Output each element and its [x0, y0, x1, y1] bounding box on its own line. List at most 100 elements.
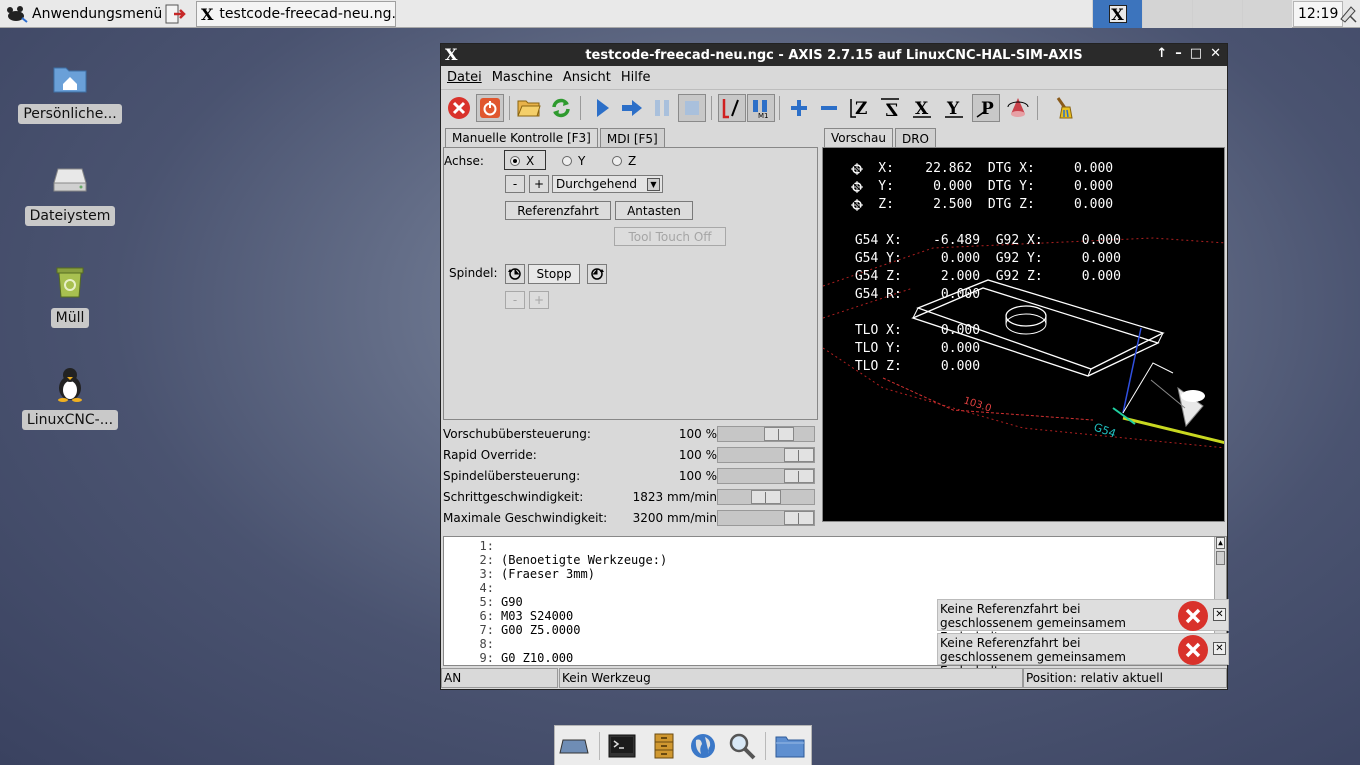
- spindle-cw-button[interactable]: [587, 264, 607, 284]
- spindle-faster-button[interactable]: +: [529, 291, 549, 309]
- machine-power-button[interactable]: [476, 94, 504, 122]
- notification-close-button[interactable]: ✕: [1213, 608, 1226, 621]
- radio-dot: [510, 156, 520, 166]
- view-y-button[interactable]: Y: [940, 94, 968, 122]
- menu-datei[interactable]: Datei: [447, 70, 482, 85]
- dock-terminal[interactable]: [607, 732, 637, 760]
- view-z-button[interactable]: Z: [846, 94, 874, 122]
- zoom-in-button[interactable]: [785, 94, 813, 122]
- tool-touch-off-button[interactable]: Tool Touch Off: [614, 227, 726, 246]
- view-perspective-button[interactable]: P: [972, 94, 1000, 122]
- workspace-pager[interactable]: X: [1092, 0, 1292, 28]
- gcode-line[interactable]: 2: (Benoetigte Werkzeuge:): [444, 553, 1226, 567]
- preview-canvas[interactable]: 103.0 G54 X: 22.862 DTG X: 0.000 Y: 0.00…: [822, 147, 1225, 522]
- svg-text:P: P: [981, 99, 994, 119]
- spindle-slower-button[interactable]: -: [505, 291, 525, 309]
- window-close-button[interactable]: ✕: [1210, 46, 1221, 61]
- block-delete-button[interactable]: [718, 94, 746, 122]
- window-shade-button[interactable]: ↑: [1156, 46, 1167, 61]
- slider-track[interactable]: [717, 468, 815, 484]
- tab-preview[interactable]: Vorschau: [824, 128, 893, 148]
- workspace-1[interactable]: X: [1092, 0, 1142, 28]
- taskbar-window-button[interactable]: X testcode-freecad-neu.ng...: [196, 1, 396, 27]
- right-tabbar: Vorschau DRO: [824, 128, 938, 148]
- slider-track[interactable]: [717, 426, 815, 442]
- dock-file-manager[interactable]: [649, 732, 679, 760]
- home-button[interactable]: Referenzfahrt: [505, 201, 611, 220]
- slider-track[interactable]: [717, 447, 815, 463]
- dock-search[interactable]: [727, 732, 757, 760]
- spindle-ccw-icon: [508, 268, 521, 280]
- axis-radio-x[interactable]: X: [510, 154, 534, 168]
- scroll-thumb[interactable]: [1216, 551, 1225, 565]
- estop-button[interactable]: [445, 94, 473, 122]
- dock-folder[interactable]: [775, 732, 805, 760]
- zoom-out-button[interactable]: [815, 94, 843, 122]
- network-tray-icon[interactable]: [1338, 4, 1358, 24]
- slider-thumb[interactable]: [784, 448, 814, 462]
- spindle-ccw-button[interactable]: [505, 264, 525, 284]
- slider-track[interactable]: [717, 489, 815, 505]
- view-z2-button[interactable]: Z: [876, 94, 904, 122]
- menu-ansicht[interactable]: Ansicht: [563, 70, 611, 85]
- desktop-icon-linuxcnc[interactable]: LinuxCNC-...: [21, 364, 119, 430]
- slider-thumb[interactable]: [764, 427, 794, 441]
- gcode-line[interactable]: 4:: [444, 581, 1226, 595]
- tab-manual[interactable]: Manuelle Kontrolle [F3]: [445, 128, 598, 148]
- workspace-4[interactable]: [1242, 0, 1292, 28]
- axis-radio-z[interactable]: Z: [612, 154, 636, 168]
- window-titlebar[interactable]: X testcode-freecad-neu.ngc - AXIS 2.7.15…: [441, 44, 1227, 66]
- optional-stop-button[interactable]: M1: [747, 94, 775, 122]
- slider-value: 1823 mm/min: [632, 490, 717, 504]
- slider-thumb[interactable]: [751, 490, 781, 504]
- step-arrow-icon: [622, 100, 642, 116]
- svg-text:Z: Z: [886, 101, 898, 120]
- slider-thumb[interactable]: [784, 511, 814, 525]
- run-button[interactable]: [588, 94, 616, 122]
- gcode-line[interactable]: 3: (Fraeser 3mm): [444, 567, 1226, 581]
- menubar: Datei Maschine Ansicht Hilfe: [441, 66, 1227, 89]
- home-folder-icon: [53, 67, 87, 93]
- desktop-icon-filesystem[interactable]: Dateiystem: [22, 160, 118, 226]
- view-y-icon: Y: [945, 99, 963, 119]
- step-button[interactable]: [618, 94, 646, 122]
- axis-radio-y[interactable]: Y: [562, 154, 585, 168]
- slider-value: 100 %: [678, 427, 717, 441]
- menu-maschine[interactable]: Maschine: [492, 70, 553, 85]
- gcode-line[interactable]: 1:: [444, 539, 1226, 553]
- notification-close-button[interactable]: ✕: [1213, 642, 1226, 655]
- spindle-stop-button[interactable]: Stopp: [528, 264, 580, 284]
- reload-button[interactable]: [547, 94, 575, 122]
- slider-track[interactable]: [717, 510, 815, 526]
- pause-button[interactable]: [648, 94, 676, 122]
- gcode-line-text: G0 Z10.000: [501, 651, 574, 665]
- desktop-icon-trash[interactable]: Müll: [22, 262, 118, 328]
- touch-off-button[interactable]: Antasten: [615, 201, 693, 220]
- dock-web-browser[interactable]: [688, 732, 718, 760]
- jog-minus-button[interactable]: -: [505, 175, 525, 193]
- open-file-button[interactable]: [515, 94, 543, 122]
- desktop-icon-home[interactable]: Persönliche...: [18, 58, 122, 124]
- dro-text: Z: 2.500 DTG Z: 0.000: [847, 197, 1114, 212]
- stop-button[interactable]: [678, 94, 706, 122]
- menu-hilfe[interactable]: Hilfe: [621, 70, 651, 85]
- scroll-up-arrow[interactable]: ▲: [1216, 537, 1225, 549]
- workspace-3[interactable]: [1192, 0, 1242, 28]
- window-maximize-button[interactable]: □: [1190, 46, 1202, 61]
- app-menu-button[interactable]: Anwendungsmenü: [4, 2, 162, 26]
- jog-mode-select[interactable]: Durchgehend ▼: [552, 175, 663, 193]
- dro-text: Y: 0.000 DTG Y: 0.000: [847, 179, 1114, 194]
- clock[interactable]: 12:19: [1293, 1, 1344, 27]
- view-x-button[interactable]: X: [908, 94, 936, 122]
- tab-dro[interactable]: DRO: [894, 128, 936, 148]
- logout-launcher[interactable]: [162, 2, 188, 26]
- dock-show-desktop[interactable]: [559, 732, 589, 760]
- slider-thumb[interactable]: [784, 469, 814, 483]
- desktop-icon-label: Persönliche...: [18, 104, 122, 124]
- jog-plus-button[interactable]: +: [529, 175, 549, 193]
- workspace-2[interactable]: [1142, 0, 1192, 28]
- rotate-view-button[interactable]: [1004, 94, 1032, 122]
- tab-mdi[interactable]: MDI [F5]: [599, 128, 665, 148]
- clear-backplot-button[interactable]: [1050, 94, 1078, 122]
- window-minimize-button[interactable]: –: [1175, 46, 1182, 61]
